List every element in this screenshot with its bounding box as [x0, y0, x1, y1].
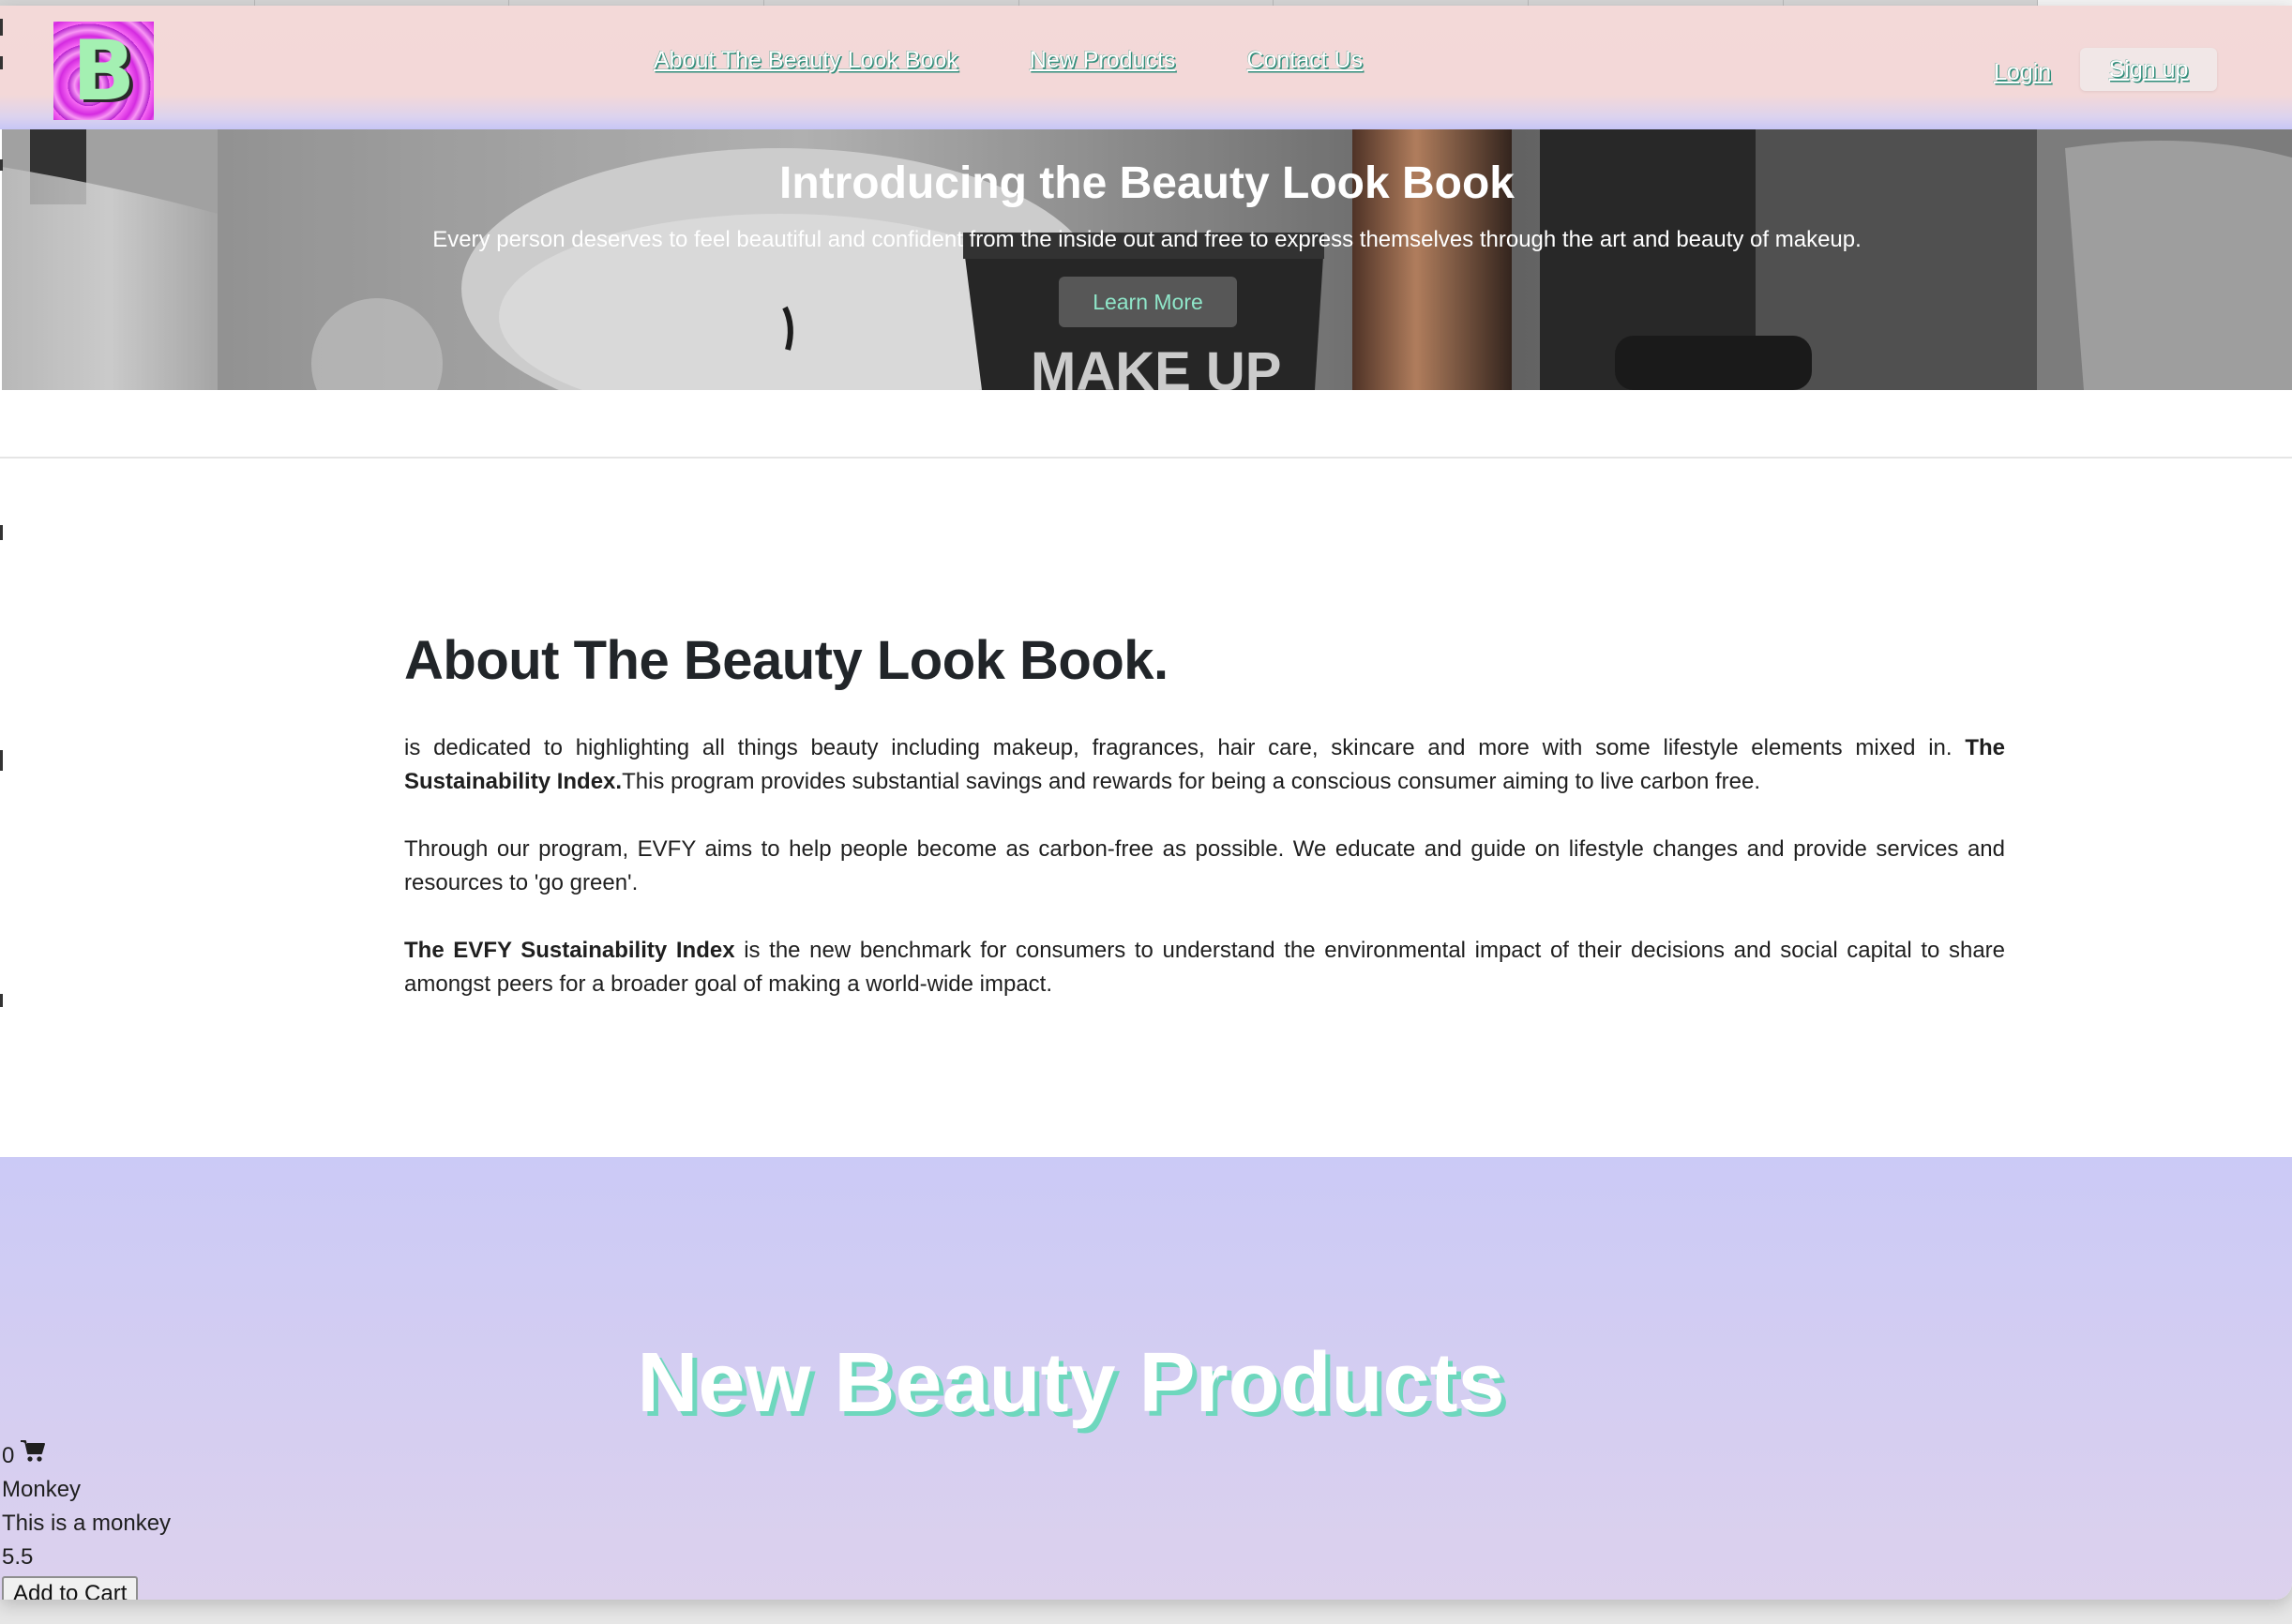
products-title: New Beauty Products [637, 1336, 1505, 1430]
browser-window: B About The Beauty Look Book New Product… [0, 6, 2292, 1600]
cart-count: 0 [2, 1442, 15, 1468]
signup-button[interactable]: Sign up [2080, 48, 2217, 91]
about-paragraph-1: is dedicated to highlighting all things … [404, 731, 2005, 799]
section-divider [0, 457, 2292, 459]
logo-letter: B [71, 23, 136, 119]
navbar: B About The Beauty Look Book New Product… [0, 6, 2292, 129]
about-paragraph-3: The EVFY Sustainability Index is the new… [404, 934, 2005, 1001]
product-card: 0 Monkey This is a monkey 5.5 Add to Car… [2, 1438, 171, 1600]
products-section: New Beauty Products [0, 1157, 2292, 1600]
product-price: 5.5 [2, 1544, 34, 1570]
hero-subtitle: Every person deserves to feel beautiful … [432, 227, 1862, 252]
nav-links: About The Beauty Look Book New Products … [654, 47, 1363, 74]
hero-title: Introducing the Beauty Look Book [778, 158, 1515, 208]
about-section: About The Beauty Look Book. is dedicated… [404, 629, 2005, 1001]
brand-logo[interactable]: B [53, 22, 154, 120]
about-p1-tail: This program provides substantial saving… [622, 769, 1760, 794]
about-paragraph-2: Through our program, EVFY aims to help p… [404, 836, 2005, 895]
product-name: Monkey [2, 1477, 82, 1502]
learn-more-button[interactable]: Learn More [1059, 277, 1237, 327]
shopping-cart-icon[interactable] [20, 1438, 46, 1473]
nav-link-new-products[interactable]: New Products [1030, 47, 1176, 74]
about-p1-text: is dedicated to highlighting all things … [404, 735, 1966, 760]
about-p3-bold: The EVFY Sustainability Index [404, 938, 735, 963]
add-to-cart-button[interactable]: Add to Cart [2, 1576, 139, 1600]
product-description: This is a monkey [2, 1511, 172, 1536]
about-heading: About The Beauty Look Book. [404, 630, 1169, 691]
cart-indicator[interactable]: 0 [2, 1438, 171, 1473]
nav-link-contact[interactable]: Contact Us [1246, 47, 1363, 74]
nav-link-about[interactable]: About The Beauty Look Book [654, 47, 958, 74]
hero-banner: MAKE UP Introducing the Beauty Look Book… [2, 129, 2292, 390]
login-link[interactable]: Login [1994, 59, 2051, 86]
